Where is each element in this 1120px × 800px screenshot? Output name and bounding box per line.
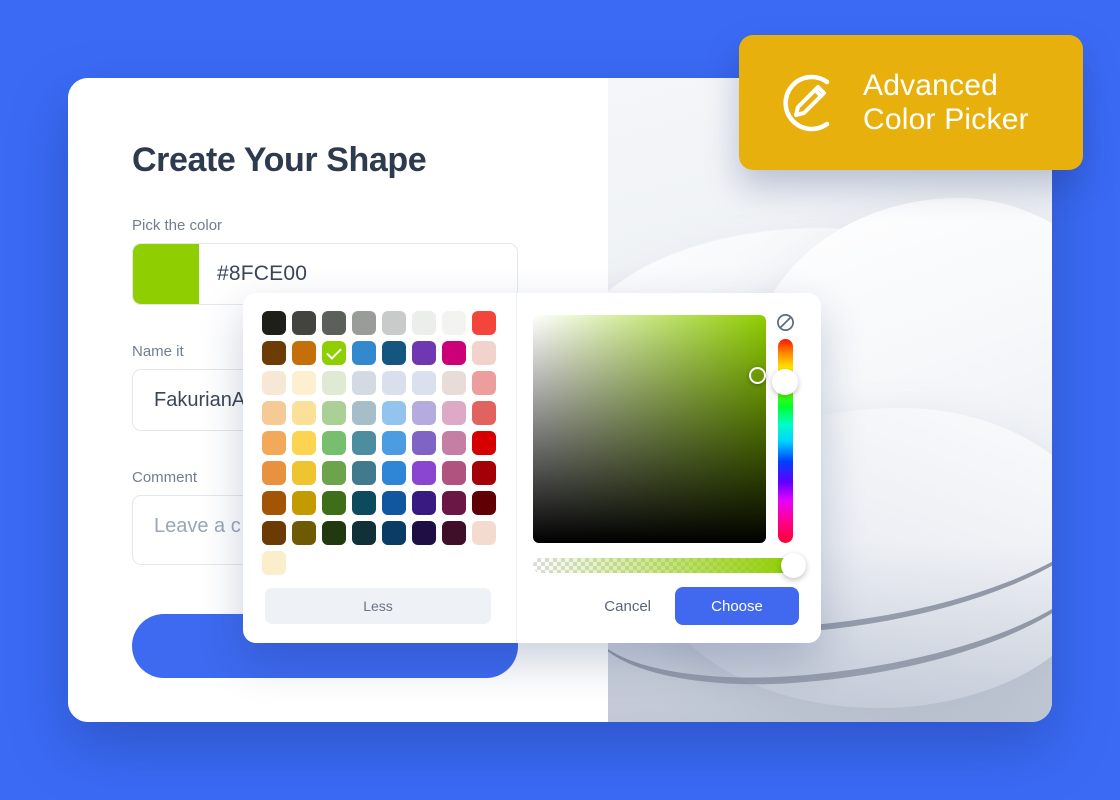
color-swatch[interactable] (382, 521, 406, 545)
color-swatch[interactable] (352, 371, 376, 395)
color-swatch[interactable] (352, 401, 376, 425)
color-swatch[interactable] (412, 461, 436, 485)
color-swatch[interactable] (292, 431, 316, 455)
color-swatch[interactable] (442, 491, 466, 515)
choose-button[interactable]: Choose (675, 587, 799, 625)
color-swatch[interactable] (412, 401, 436, 425)
color-swatch[interactable] (382, 341, 406, 365)
swatch-pane: Less (243, 293, 517, 643)
color-swatch[interactable] (322, 461, 346, 485)
color-swatch[interactable] (322, 431, 346, 455)
color-swatch[interactable] (262, 401, 286, 425)
color-swatch[interactable] (292, 461, 316, 485)
no-color-icon[interactable] (776, 313, 795, 332)
color-swatch[interactable] (442, 401, 466, 425)
color-swatch[interactable] (322, 371, 346, 395)
color-swatch[interactable] (322, 311, 346, 335)
color-swatch[interactable] (262, 521, 286, 545)
color-swatch[interactable] (472, 521, 496, 545)
color-swatch[interactable] (262, 461, 286, 485)
color-swatch[interactable] (412, 311, 436, 335)
alpha-slider-thumb[interactable] (781, 553, 806, 578)
color-picker-popover: Less Cancel Choose (243, 293, 821, 643)
color-swatch[interactable] (322, 491, 346, 515)
color-swatch[interactable] (292, 401, 316, 425)
color-swatch[interactable] (352, 461, 376, 485)
color-swatch[interactable] (472, 461, 496, 485)
color-swatch[interactable] (472, 371, 496, 395)
color-swatch[interactable] (352, 431, 376, 455)
color-swatch[interactable] (382, 491, 406, 515)
less-button[interactable]: Less (265, 588, 491, 624)
saturation-value-area[interactable] (533, 315, 766, 543)
color-swatch[interactable] (292, 371, 316, 395)
color-swatch-preview[interactable] (133, 244, 199, 305)
color-field-label: Pick the color (132, 217, 223, 235)
color-swatch[interactable] (442, 521, 466, 545)
color-swatch[interactable] (472, 311, 496, 335)
color-swatch[interactable] (262, 551, 286, 575)
color-swatch[interactable] (442, 431, 466, 455)
gradient-pane: Cancel Choose (517, 293, 821, 643)
color-swatch[interactable] (292, 521, 316, 545)
color-swatch[interactable] (442, 371, 466, 395)
color-swatch[interactable] (322, 521, 346, 545)
saturation-value-cursor[interactable] (749, 367, 766, 384)
color-swatch[interactable] (262, 431, 286, 455)
page-title: Create Your Shape (132, 141, 427, 179)
color-swatch[interactable] (472, 491, 496, 515)
color-swatch[interactable] (442, 311, 466, 335)
color-swatch[interactable] (352, 341, 376, 365)
picker-actions: Cancel Choose (517, 587, 821, 625)
color-swatch[interactable] (412, 521, 436, 545)
color-swatch[interactable] (262, 371, 286, 395)
color-swatch[interactable] (382, 461, 406, 485)
brand-badge: Advanced Color Picker (739, 35, 1083, 170)
color-swatch[interactable] (472, 431, 496, 455)
color-swatch[interactable] (442, 461, 466, 485)
alpha-slider[interactable] (533, 558, 793, 573)
color-swatch[interactable] (292, 311, 316, 335)
color-swatch[interactable] (322, 341, 346, 365)
swatch-grid (262, 311, 500, 575)
color-swatch[interactable] (412, 341, 436, 365)
hue-slider-thumb[interactable] (772, 369, 798, 395)
color-swatch[interactable] (412, 371, 436, 395)
brand-title: Advanced Color Picker (863, 68, 1029, 136)
color-swatch[interactable] (292, 341, 316, 365)
color-swatch[interactable] (382, 401, 406, 425)
color-swatch[interactable] (292, 491, 316, 515)
color-swatch[interactable] (382, 431, 406, 455)
color-swatch[interactable] (442, 341, 466, 365)
color-swatch[interactable] (382, 311, 406, 335)
color-swatch[interactable] (352, 491, 376, 515)
color-swatch[interactable] (352, 521, 376, 545)
color-swatch[interactable] (412, 431, 436, 455)
color-swatch[interactable] (322, 401, 346, 425)
color-swatch[interactable] (382, 371, 406, 395)
cancel-button[interactable]: Cancel (594, 590, 661, 623)
color-swatch[interactable] (262, 311, 286, 335)
color-swatch[interactable] (472, 401, 496, 425)
color-swatch[interactable] (262, 491, 286, 515)
eyedropper-circle-icon (783, 74, 830, 131)
color-swatch[interactable] (352, 311, 376, 335)
color-swatch[interactable] (262, 341, 286, 365)
color-swatch[interactable] (472, 341, 496, 365)
alpha-slider-fill (533, 558, 793, 573)
color-swatch[interactable] (412, 491, 436, 515)
